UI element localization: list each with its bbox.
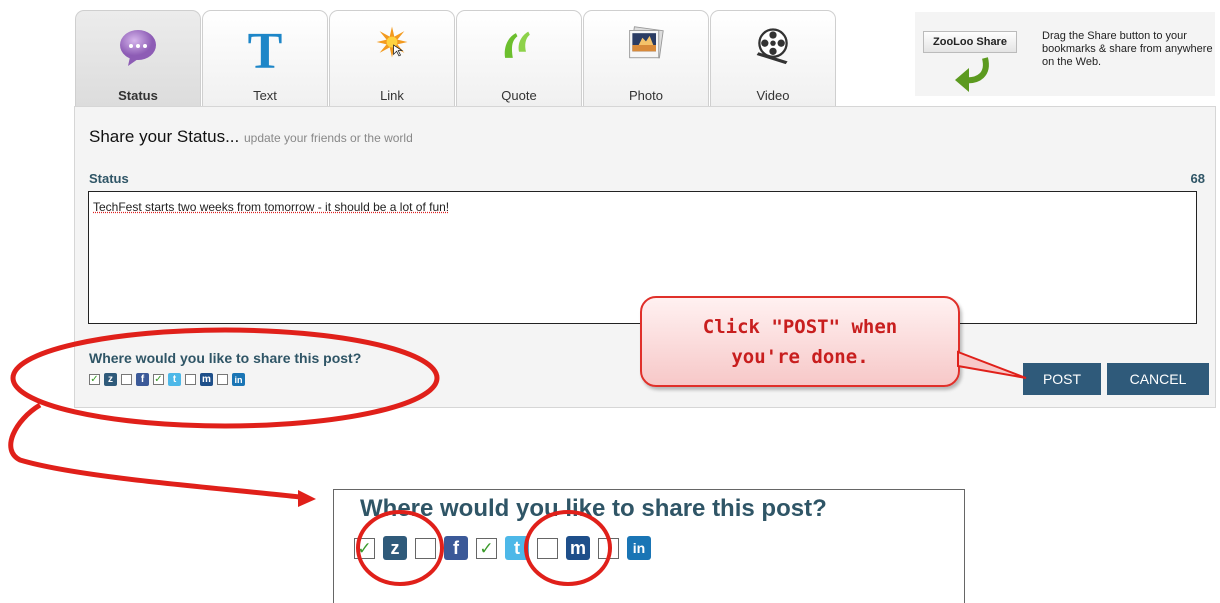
tab-label: Quote — [501, 88, 537, 103]
share-heading: Share your Status... update your friends… — [89, 127, 413, 147]
zoomed-twitter-icon: t — [505, 536, 529, 560]
tab-status[interactable]: Status — [75, 10, 201, 107]
photo-icon — [629, 26, 664, 59]
myspace-icon: m — [200, 373, 213, 386]
tab-text[interactable]: T Text — [202, 10, 328, 107]
myspace-checkbox[interactable] — [185, 374, 196, 385]
share-services-row: ✓ z f ✓ t m in — [89, 373, 245, 386]
linkedin-icon: in — [232, 373, 245, 386]
zoom-arrowhead — [298, 490, 316, 507]
callout-line-2: you're done. — [731, 346, 869, 368]
status-bubble-icon — [120, 30, 156, 66]
facebook-checkbox[interactable] — [121, 374, 132, 385]
zoomed-facebook-checkbox — [415, 537, 436, 559]
status-field-label: Status — [89, 171, 129, 186]
tab-quote[interactable]: Quote — [456, 10, 582, 107]
tab-photo[interactable]: Photo — [583, 10, 709, 107]
zooloo-checkbox[interactable]: ✓ — [89, 374, 100, 385]
zoomed-facebook-icon: f — [444, 536, 468, 560]
quote-marks-icon — [504, 31, 530, 58]
facebook-icon: f — [136, 373, 149, 386]
zooloo-icon: z — [104, 373, 117, 386]
post-button[interactable]: POST — [1023, 363, 1101, 395]
link-star-icon — [376, 26, 408, 58]
callout-line-1: Click "POST" when — [702, 316, 898, 338]
text-t-icon: T — [248, 22, 283, 71]
zoomed-myspace-checkbox — [537, 537, 558, 559]
film-reel-icon — [756, 28, 788, 65]
tab-label: Text — [253, 88, 277, 103]
zoomed-linkedin-icon: in — [627, 536, 651, 560]
zooloo-share-box: ZooLoo Share Drag the Share button to yo… — [915, 12, 1215, 96]
zoomed-share-inset: Where would you like to share this post?… — [333, 489, 965, 603]
zoomed-share-question: Where would you like to share this post? — [360, 495, 827, 522]
post-type-tabs: Status T Text Link Quote Photo Video — [75, 10, 837, 107]
tab-label: Link — [380, 88, 404, 103]
svg-text:T: T — [248, 22, 283, 71]
char-counter: 68 — [1190, 171, 1205, 186]
status-text: TechFest starts two weeks from tomorrow … — [93, 200, 450, 214]
linkedin-checkbox[interactable] — [217, 374, 228, 385]
cancel-button[interactable]: CANCEL — [1107, 363, 1209, 395]
zoomed-services-row: ✓ z f ✓ t m in — [354, 536, 651, 560]
tab-label: Status — [118, 88, 158, 103]
twitter-icon: t — [168, 373, 181, 386]
twitter-checkbox[interactable]: ✓ — [153, 374, 164, 385]
zoomed-zooloo-icon: z — [383, 536, 407, 560]
post-hint-callout: Click "POST" when you're done. — [640, 296, 960, 387]
zooloo-description: Drag the Share button to your bookmarks … — [1042, 30, 1213, 68]
tab-link[interactable]: Link — [329, 10, 455, 107]
curved-arrow-icon — [955, 57, 989, 92]
tab-label: Video — [756, 88, 790, 103]
share-subheading: update your friends or the world — [243, 131, 413, 145]
share-heading-text: Share your Status... — [89, 127, 240, 146]
zooloo-share-button[interactable]: ZooLoo Share — [923, 31, 1017, 53]
zoomed-myspace-icon: m — [566, 536, 590, 560]
zoomed-linkedin-checkbox — [598, 537, 619, 559]
zoomed-twitter-checkbox: ✓ — [476, 537, 497, 559]
zoom-connector-arrow — [8, 402, 301, 500]
share-destination-question: Where would you like to share this post? — [89, 350, 362, 366]
tab-video[interactable]: Video — [710, 10, 836, 107]
zoomed-zooloo-checkbox: ✓ — [354, 537, 375, 559]
tab-label: Photo — [629, 88, 663, 103]
